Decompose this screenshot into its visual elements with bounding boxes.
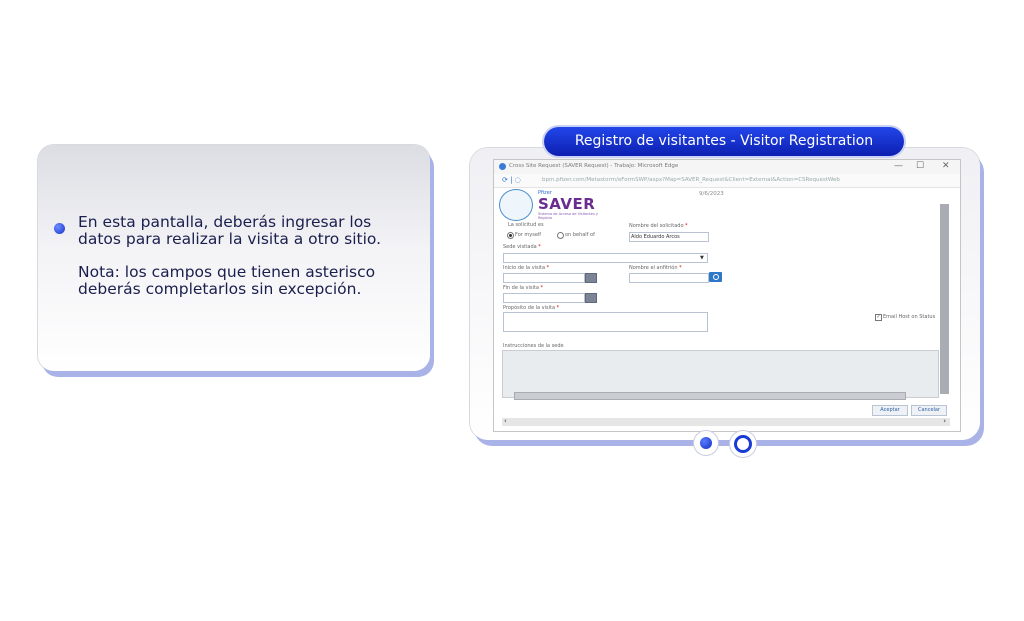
refresh-icon[interactable]: ⟳ | ◌ bbox=[502, 176, 521, 184]
sede-label: Sede visitada * bbox=[503, 244, 541, 250]
close-button[interactable]: ✕ bbox=[942, 161, 950, 171]
chevron-down-icon: ▼ bbox=[700, 255, 704, 261]
radio-on-behalf[interactable] bbox=[557, 232, 564, 239]
saver-logo-text: SAVER bbox=[538, 195, 596, 213]
saver-globe-logo bbox=[499, 189, 533, 221]
saver-logo-subtitle: Sistema de Acceso de Visitantes y Regist… bbox=[538, 212, 598, 220]
address-bar[interactable]: ⟳ | ◌ bpm.pfizer.com/Metastorm/eFormSWP/… bbox=[494, 174, 960, 188]
pager-dot-1[interactable] bbox=[694, 431, 718, 455]
sede-dropdown[interactable]: ▼ bbox=[503, 253, 708, 263]
url-text[interactable]: bpm.pfizer.com/Metastorm/eFormSWP/aspx?M… bbox=[542, 177, 840, 183]
comentarios-box[interactable] bbox=[502, 350, 939, 398]
calendar-icon[interactable] bbox=[585, 273, 597, 283]
maximize-button[interactable]: ☐ bbox=[916, 161, 924, 171]
search-icon[interactable] bbox=[709, 272, 722, 282]
radio-for-myself-label: For myself bbox=[515, 232, 542, 238]
pager-dot-2[interactable] bbox=[730, 431, 756, 457]
calendar-icon[interactable] bbox=[585, 293, 597, 303]
info-paragraph-2: Nota: los campos que tienen asterisco de… bbox=[78, 263, 376, 298]
bullet-icon bbox=[54, 223, 65, 234]
proposito-textarea[interactable] bbox=[503, 312, 708, 332]
email-host-checkbox[interactable]: ✓ bbox=[875, 314, 882, 321]
anfitrion-label: Nombre el anfitrión * bbox=[629, 265, 682, 271]
scroll-right-icon[interactable]: › bbox=[943, 417, 946, 425]
vertical-scrollbar[interactable] bbox=[940, 204, 949, 394]
fin-label: Fin de la visita * bbox=[503, 285, 544, 291]
edge-icon bbox=[499, 163, 506, 170]
radio-for-myself[interactable] bbox=[507, 232, 514, 239]
proposito-label: Propósito de la visita * bbox=[503, 305, 560, 311]
aceptar-button[interactable]: Aceptar bbox=[872, 405, 908, 416]
fin-input[interactable] bbox=[503, 293, 585, 303]
minimize-button[interactable]: — bbox=[894, 161, 903, 171]
nombre-label: Nombre del solicitado * bbox=[629, 223, 688, 229]
page-horizontal-scrollbar[interactable]: ‹ › bbox=[502, 417, 950, 426]
scroll-left-icon[interactable]: ‹ bbox=[504, 417, 507, 425]
inicio-label: Inicio de la visita * bbox=[503, 265, 550, 271]
info-paragraph-1: En esta pantalla, deberás ingresar los d… bbox=[78, 213, 382, 248]
inicio-input[interactable] bbox=[503, 273, 585, 283]
comentarios-label: Instrucciones de la sede bbox=[503, 343, 564, 349]
slide-title: Registro de visitantes - Visitor Registr… bbox=[544, 127, 904, 156]
email-host-label: Email Host on Status bbox=[883, 314, 936, 320]
cancelar-button[interactable]: Cancelar bbox=[911, 405, 947, 416]
anfitrion-input[interactable] bbox=[629, 273, 709, 283]
solicitante-label: La solicitud es bbox=[508, 222, 544, 228]
nombre-input[interactable]: Aldo Eduardo Arcos bbox=[629, 232, 709, 242]
window-titlebar: Cross Site Request (SAVER Request) - Tra… bbox=[494, 160, 960, 174]
window-title: Cross Site Request (SAVER Request) - Tra… bbox=[509, 163, 679, 169]
info-text: En esta pantalla, deberás ingresar los d… bbox=[78, 214, 408, 314]
info-card: En esta pantalla, deberás ingresar los d… bbox=[38, 145, 430, 371]
radio-on-behalf-label: on behalf of bbox=[565, 232, 595, 238]
form-date: 9/6/2023 bbox=[699, 191, 724, 197]
screenshot-screen: Cross Site Request (SAVER Request) - Tra… bbox=[493, 159, 961, 432]
horizontal-scrollbar[interactable] bbox=[514, 392, 906, 400]
